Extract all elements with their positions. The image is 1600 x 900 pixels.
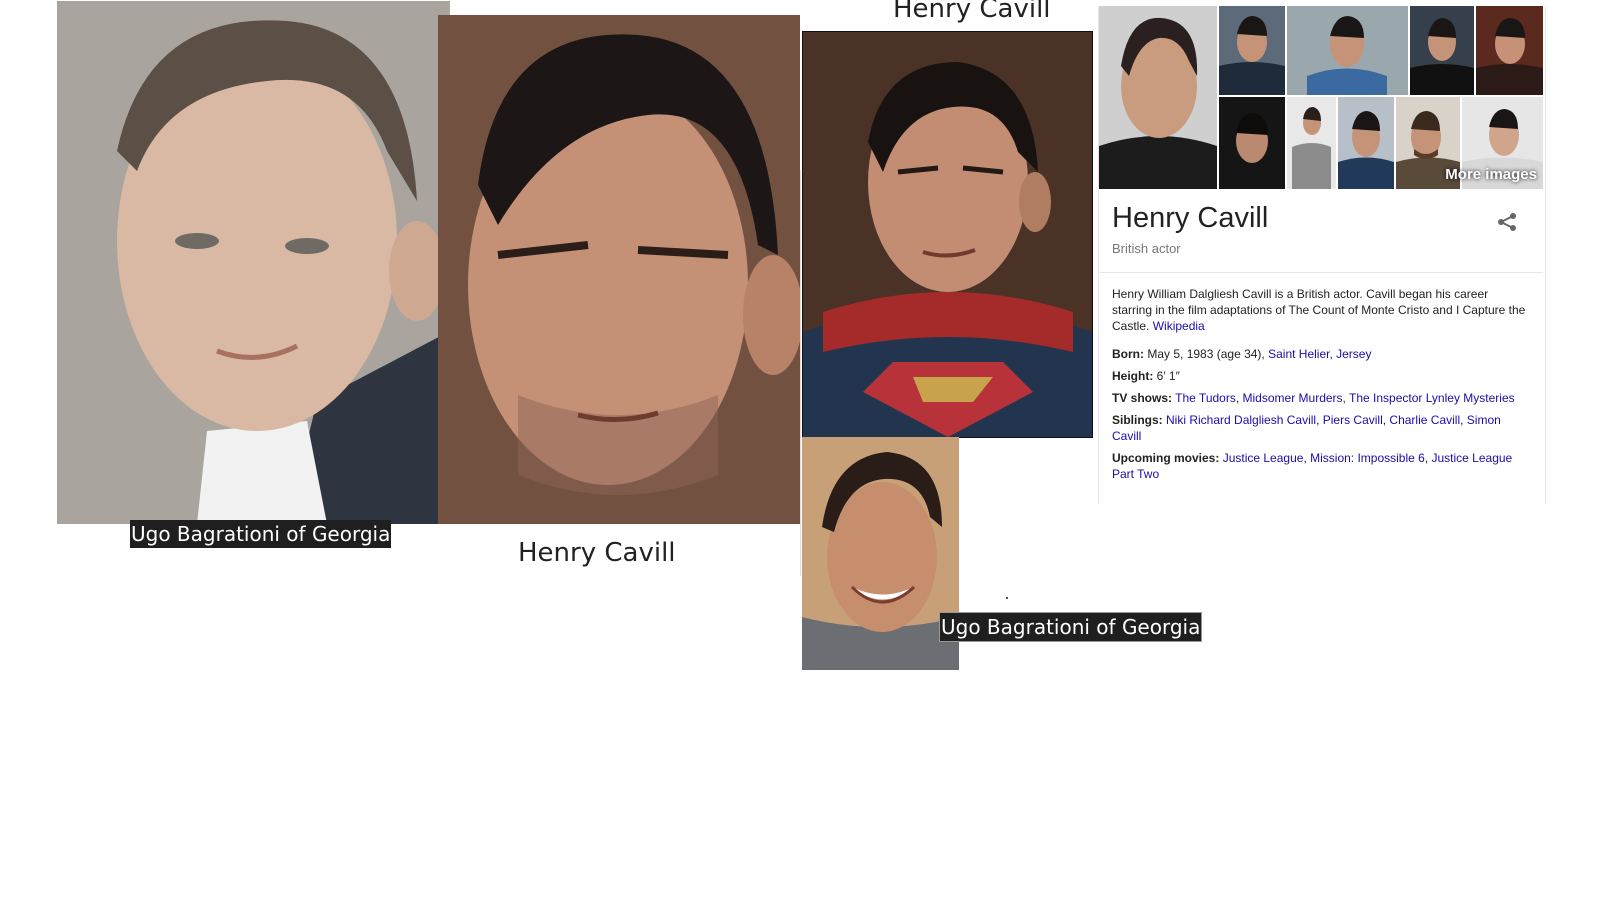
fact-label: Siblings: bbox=[1112, 413, 1163, 427]
portrait-image bbox=[802, 437, 959, 670]
photo-henry-superman bbox=[802, 31, 1093, 438]
tv-show-link[interactable]: The Inspector Lynley Mysteries bbox=[1349, 391, 1515, 405]
birthplace-link[interactable]: Saint Helier, Jersey bbox=[1268, 347, 1371, 361]
caption-ugo-bottom: Ugo Bagrationi of Georgia bbox=[939, 612, 1203, 642]
fact-value: May 5, 1983 (age 34), bbox=[1147, 347, 1265, 361]
share-icon[interactable] bbox=[1496, 211, 1518, 233]
portrait-image bbox=[803, 32, 1092, 437]
fact-label: Upcoming movies: bbox=[1112, 451, 1220, 465]
wikipedia-link[interactable]: Wikipedia bbox=[1153, 319, 1205, 333]
thumbnail[interactable] bbox=[1410, 6, 1474, 95]
sibling-link[interactable]: Piers Cavill bbox=[1323, 413, 1383, 427]
thumbnail[interactable] bbox=[1476, 6, 1543, 95]
fact-label: TV shows: bbox=[1112, 391, 1173, 405]
portrait-image bbox=[438, 15, 800, 524]
movie-link[interactable]: Justice League bbox=[1223, 451, 1304, 465]
entity-title: Henry Cavill bbox=[1112, 202, 1269, 234]
photo-ugo-left bbox=[57, 1, 450, 524]
thumbnail[interactable] bbox=[1219, 97, 1285, 189]
panel-divider bbox=[1099, 272, 1543, 273]
facts-list: Born: May 5, 1983 (age 34), Saint Helier… bbox=[1112, 346, 1527, 488]
fact-height: Height: 6′ 1″ bbox=[1112, 368, 1527, 384]
thumbnail[interactable] bbox=[1287, 6, 1408, 95]
tv-show-link[interactable]: The Tudors bbox=[1175, 391, 1236, 405]
fact-tv-shows: TV shows: The Tudors, Midsomer Murders, … bbox=[1112, 391, 1515, 405]
fact-upcoming-movies: Upcoming movies: Justice League, Mission… bbox=[1112, 451, 1513, 481]
thumbnail[interactable] bbox=[1099, 6, 1217, 189]
stray-dot bbox=[1006, 597, 1008, 599]
caption-henry-top: Henry Cavill bbox=[893, 0, 1051, 24]
thumbnail[interactable] bbox=[1338, 97, 1394, 189]
tv-show-link[interactable]: Midsomer Murders bbox=[1243, 391, 1343, 405]
fact-born: Born: May 5, 1983 (age 34), Saint Helier… bbox=[1112, 346, 1527, 362]
fact-label: Height: bbox=[1112, 369, 1154, 383]
divider-line bbox=[800, 170, 801, 576]
knowledge-panel: More images Henry Cavill British actor H… bbox=[1098, 6, 1546, 504]
fact-label: Born: bbox=[1112, 347, 1144, 361]
thumbnail[interactable] bbox=[1287, 97, 1336, 189]
entity-subtitle: British actor bbox=[1112, 241, 1181, 256]
more-images-link[interactable]: More images bbox=[1445, 166, 1537, 183]
fact-value: 6′ 1″ bbox=[1156, 369, 1180, 383]
image-grid[interactable]: More images bbox=[1099, 6, 1543, 189]
portrait-image bbox=[57, 1, 450, 524]
sibling-link[interactable]: Charlie Cavill bbox=[1389, 413, 1460, 427]
caption-henry-middle: Henry Cavill bbox=[518, 538, 676, 568]
entity-description: Henry William Dalgliesh Cavill is a Brit… bbox=[1112, 286, 1527, 334]
movie-link[interactable]: Mission: Impossible 6 bbox=[1310, 451, 1425, 465]
caption-ugo-left: Ugo Bagrationi of Georgia bbox=[130, 520, 392, 548]
thumbnail[interactable] bbox=[1219, 6, 1285, 95]
photo-ugo-smiling bbox=[802, 437, 959, 670]
fact-siblings: Siblings: Niki Richard Dalgliesh Cavill,… bbox=[1112, 413, 1501, 443]
sibling-link[interactable]: Niki Richard Dalgliesh Cavill bbox=[1166, 413, 1316, 427]
photo-henry-middle bbox=[438, 15, 800, 524]
